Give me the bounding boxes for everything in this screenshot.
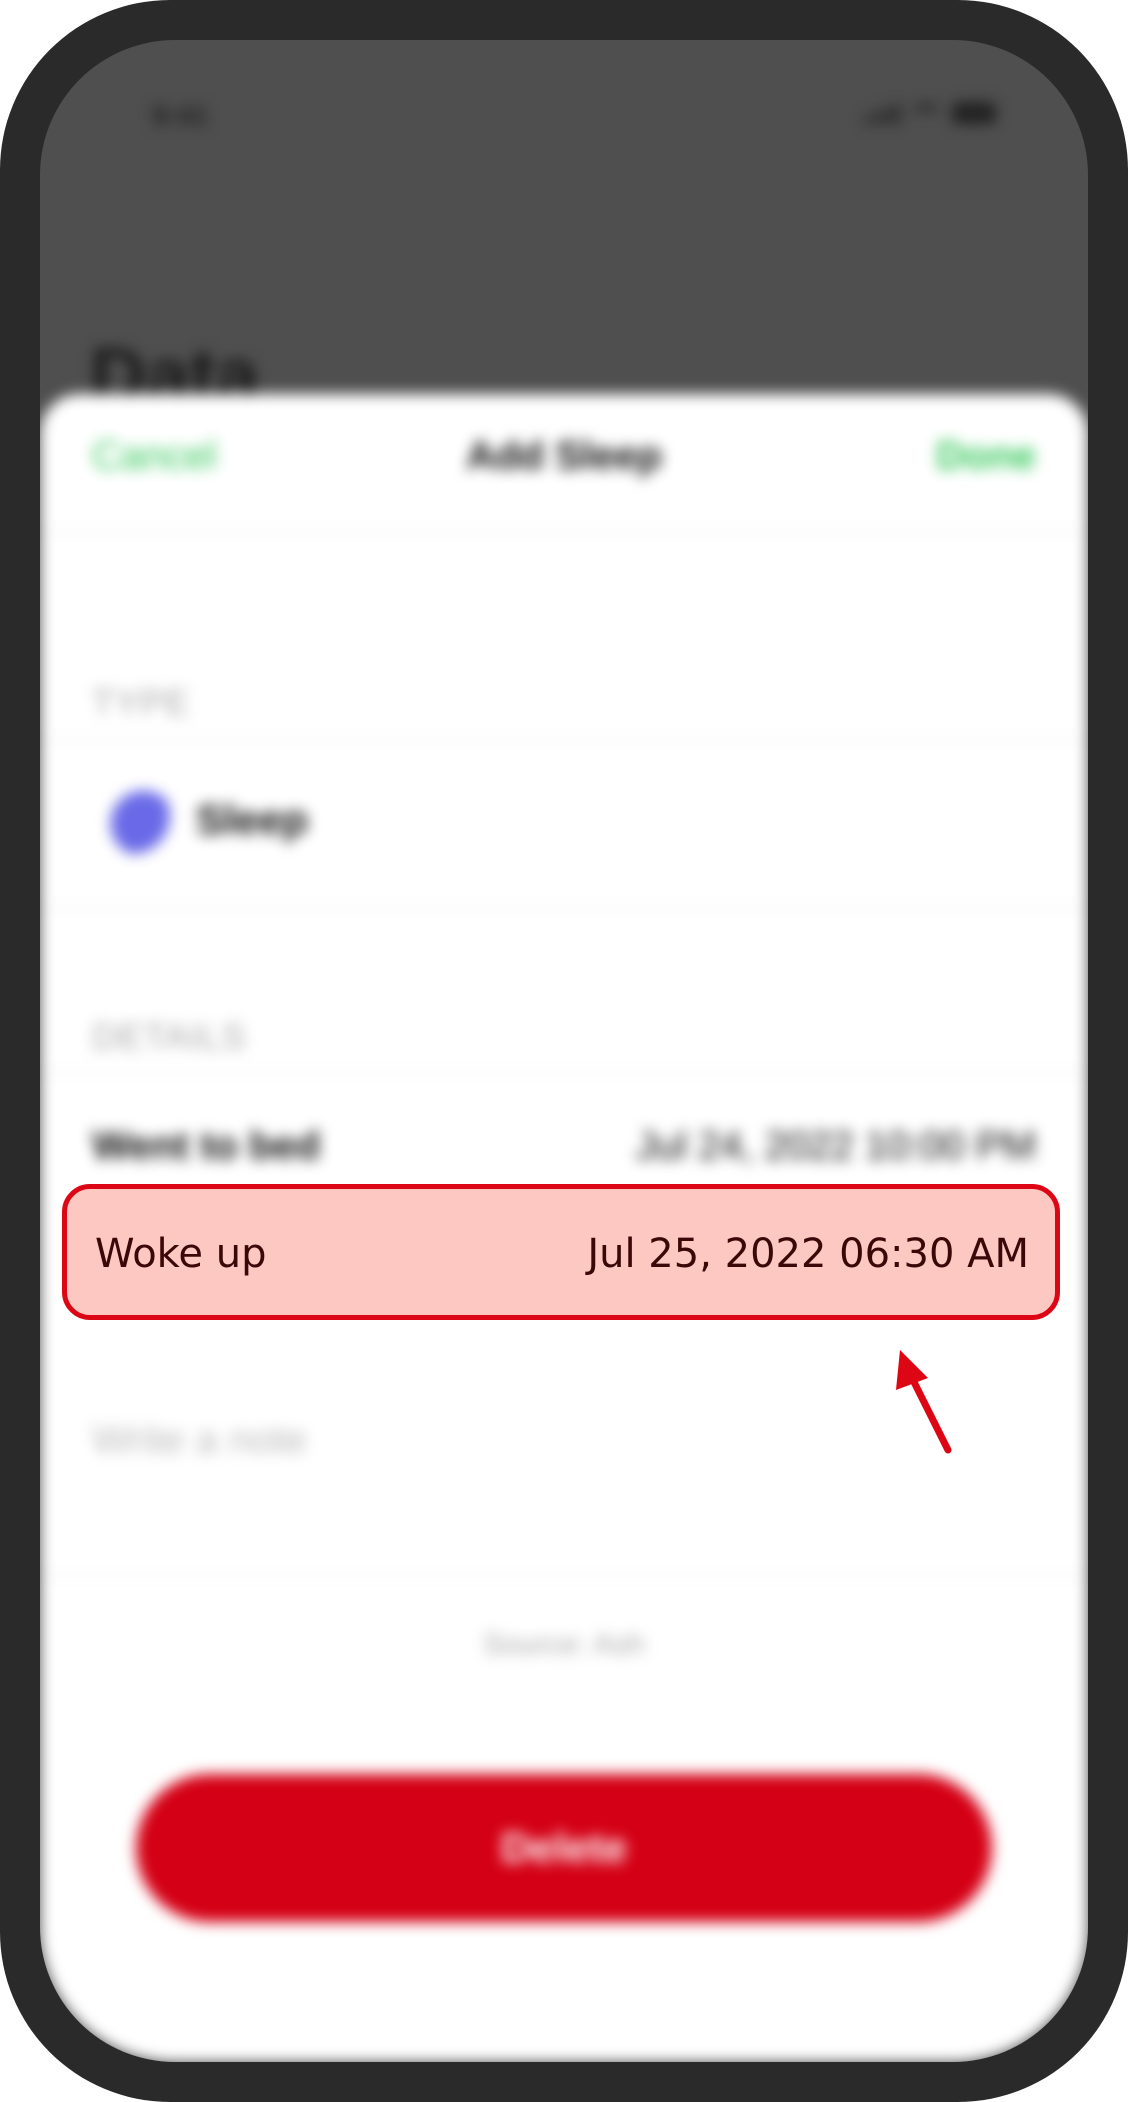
- woke-up-row[interactable]: Woke up Jul 25, 2022 06:30 AM: [62, 1184, 1060, 1320]
- battery-icon: [952, 102, 996, 124]
- note-input[interactable]: Write a note: [92, 1418, 307, 1463]
- delete-button[interactable]: Delete: [136, 1774, 992, 1922]
- went-to-bed-label: Went to bed: [92, 1124, 321, 1168]
- signal-icon: [864, 104, 900, 124]
- source-text: Source: Ash: [483, 1628, 645, 1661]
- divider: [40, 738, 1088, 740]
- moon-icon: [94, 778, 170, 854]
- went-to-bed-row[interactable]: Went to bed Jul 24, 2022 10:00 PM: [92, 1124, 1036, 1184]
- wifi-icon: [912, 104, 940, 124]
- sheet-title: Add Sleep: [466, 434, 662, 478]
- went-to-bed-value: Jul 24, 2022 10:00 PM: [635, 1124, 1036, 1168]
- phone-frame: 9:41 Data Cancel Add Sleep Done TYPE Sle…: [0, 0, 1128, 2102]
- screen: 9:41 Data Cancel Add Sleep Done TYPE Sle…: [40, 40, 1088, 2062]
- woke-up-value: Jul 25, 2022 06:30 AM: [587, 1231, 1029, 1277]
- type-value: Sleep: [196, 796, 309, 843]
- pointer-arrow-icon: [896, 1350, 952, 1454]
- divider: [40, 1072, 1088, 1074]
- sheet-navbar: Cancel Add Sleep Done: [40, 394, 1088, 532]
- status-icons: [864, 102, 996, 124]
- woke-up-label: Woke up: [95, 1231, 267, 1277]
- status-time: 9:41: [152, 100, 209, 131]
- divider: [40, 906, 1088, 908]
- details-section-label: DETAILS: [92, 1016, 247, 1057]
- done-button[interactable]: Done: [936, 434, 1036, 479]
- type-section-label: TYPE: [92, 682, 191, 723]
- type-row[interactable]: Sleep: [40, 744, 1088, 894]
- divider: [40, 1574, 1088, 1576]
- blurred-content: 9:41 Data Cancel Add Sleep Done TYPE Sle…: [40, 40, 1088, 2062]
